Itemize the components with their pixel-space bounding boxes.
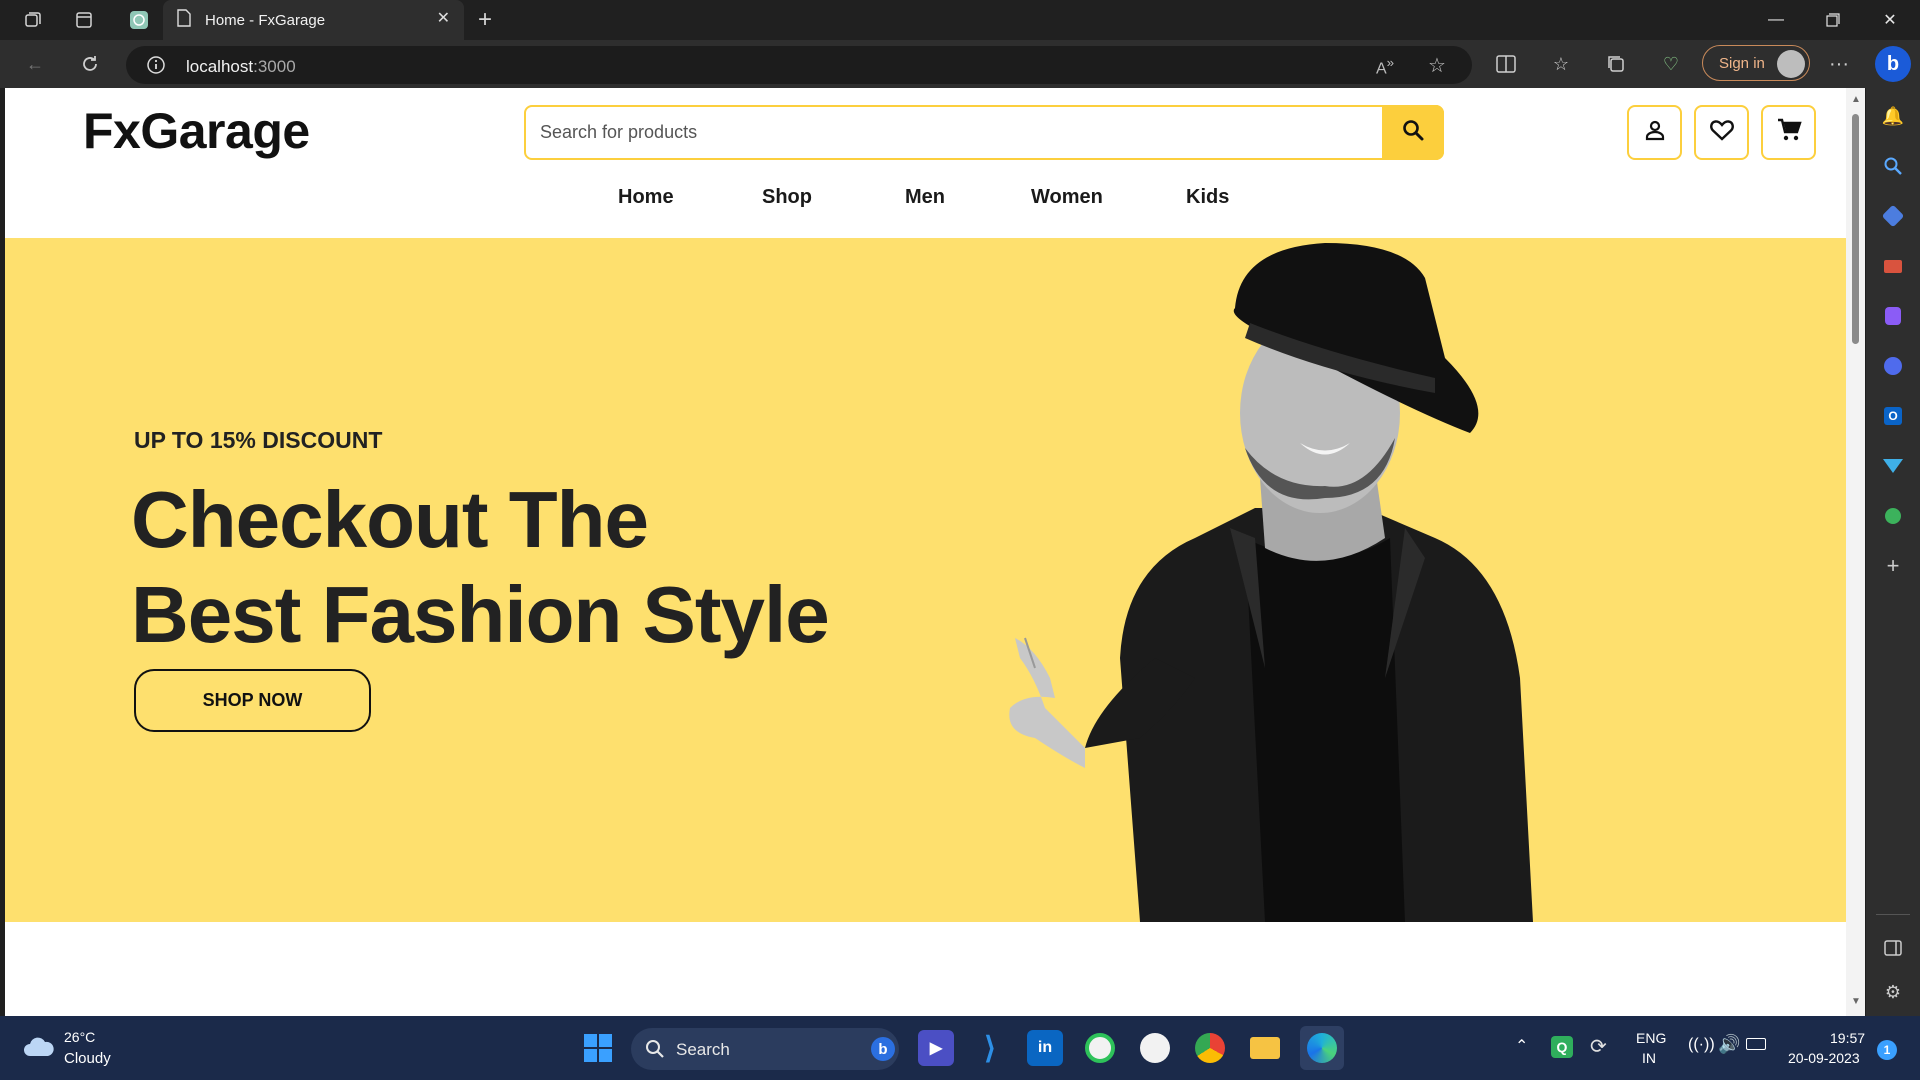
browser-toolbar: ← localhost:3000 A» ☆ ☆ ♡ Sign in ··· b [0,40,1920,88]
volume-icon[interactable]: 🔊 [1718,1034,1740,1055]
tab-actions-icon[interactable] [71,8,97,32]
chrome-icon[interactable] [1192,1030,1228,1066]
search-icon [1401,118,1425,147]
add-sidebar-app-icon[interactable]: + [1879,552,1907,580]
hero-headline-line2: Best Fashion Style [131,570,830,659]
games-icon[interactable] [1879,302,1907,330]
hero-discount-text: UP TO 15% DISCOUNT [134,427,383,453]
favorites-icon[interactable]: ☆ [1548,52,1574,76]
nav-home[interactable]: Home [618,186,674,209]
page-scrollbar[interactable]: ▲ ▼ [1846,88,1865,1016]
search-button[interactable] [1382,105,1444,160]
drop-icon[interactable] [1879,452,1907,480]
split-screen-icon[interactable] [1493,52,1519,76]
back-icon[interactable]: ← [22,52,48,76]
shop-now-button[interactable]: SHOP NOW [134,669,371,732]
nav-shop[interactable]: Shop [762,186,812,209]
more-options-icon[interactable]: ··· [1826,52,1852,76]
github-icon[interactable] [1137,1030,1173,1066]
nav-kids[interactable]: Kids [1186,186,1229,209]
edge-sidebar: 🔔 O + ⚙ [1866,88,1920,1016]
taskbar-search-label: Search [676,1040,730,1059]
notification-badge[interactable]: 1 [1877,1040,1897,1060]
close-window-icon[interactable]: ✕ [1862,0,1918,40]
cloud-icon [22,1036,56,1063]
browser-essentials-icon[interactable]: ♡ [1658,52,1684,76]
battery-icon[interactable] [1746,1038,1766,1050]
scroll-up-icon[interactable]: ▲ [1851,94,1861,105]
taskbar-search[interactable]: Search b [631,1028,899,1070]
cart-button[interactable] [1761,105,1816,160]
browser-title-bar: Home - FxGarage ✕ + — ✕ [0,0,1920,40]
nav-men[interactable]: Men [905,186,945,209]
linkedin-icon[interactable]: in [1027,1030,1063,1066]
clock-date[interactable]: 20-09-2023 [1788,1050,1860,1066]
weather-condition[interactable]: Cloudy [64,1050,111,1067]
address-bar[interactable]: localhost:3000 A» ☆ [126,46,1472,84]
language-indicator[interactable]: ENG [1636,1030,1666,1046]
bing-search-icon: b [871,1037,895,1061]
chatgpt-tab-icon[interactable] [126,8,152,32]
hide-sidebar-icon[interactable] [1879,934,1907,962]
main-navigation: Home Shop Men Women Kids [5,186,1845,226]
nav-women[interactable]: Women [1031,186,1103,209]
cart-icon [1776,117,1802,148]
sidebar-divider [1876,914,1910,915]
sign-in-button[interactable]: Sign in [1702,45,1810,81]
new-tab-icon[interactable]: + [472,6,498,33]
user-icon [1643,118,1667,147]
scroll-down-icon[interactable]: ▼ [1851,996,1861,1007]
favorite-star-icon[interactable]: ☆ [1428,53,1446,78]
notification-bell-icon[interactable]: 🔔 [1879,102,1907,130]
refresh-icon[interactable] [77,52,103,76]
hero-model-image [1009,243,1533,922]
start-windows-icon[interactable] [583,1033,613,1068]
account-button[interactable] [1627,105,1682,160]
sign-in-label: Sign in [1719,54,1765,72]
clock-time[interactable]: 19:57 [1830,1030,1865,1046]
weather-temperature[interactable]: 26°C [64,1029,95,1045]
scrollbar-thumb[interactable] [1852,114,1859,344]
site-logo[interactable]: FxGarage [83,102,310,160]
show-hidden-icons-icon[interactable]: ⌃ [1515,1036,1528,1056]
bing-copilot-icon[interactable]: b [1875,46,1911,82]
site-info-icon[interactable] [146,55,166,80]
active-tab[interactable]: Home - FxGarage ✕ [163,0,464,40]
windows-taskbar: 26°C Cloudy Search b ▶ ⟩ in ⌃ Q ⟳ ENG IN… [0,1016,1920,1080]
minimize-icon[interactable]: — [1748,0,1804,40]
tree-icon[interactable] [1879,502,1907,530]
url-text[interactable]: localhost:3000 [186,57,296,77]
sync-icon[interactable]: ⟳ [1590,1034,1607,1059]
microsoft-365-icon[interactable] [1879,352,1907,380]
profile-avatar-icon [1777,50,1805,78]
product-search [524,105,1444,160]
collections-icon[interactable] [1603,52,1629,76]
taskbar-search-icon [645,1039,665,1064]
hero-banner: UP TO 15% DISCOUNT Checkout The Best Fas… [5,238,1846,922]
file-explorer-icon[interactable] [1247,1030,1283,1066]
sidebar-search-icon[interactable] [1879,152,1907,180]
vscode-icon[interactable]: ⟩ [972,1030,1008,1066]
page-icon [177,9,191,31]
outlook-icon[interactable]: O [1879,402,1907,430]
search-input[interactable] [540,107,1370,158]
read-aloud-icon[interactable]: A» [1376,55,1394,78]
wifi-icon[interactable]: ((·)) [1688,1036,1715,1054]
tools-icon[interactable] [1879,252,1907,280]
teams-meet-icon[interactable]: ▶ [918,1030,954,1066]
shopping-tag-icon[interactable] [1879,202,1907,230]
restore-icon[interactable] [1805,0,1861,40]
close-tab-icon[interactable]: ✕ [437,8,450,28]
page-viewport: FxGarage Home Shop Men Women Kids UP TO … [5,88,1865,1016]
qbittorrent-icon[interactable]: Q [1551,1036,1573,1058]
region-indicator[interactable]: IN [1642,1050,1656,1066]
wishlist-button[interactable] [1694,105,1749,160]
hero-headline-line1: Checkout The [131,475,649,564]
tab-title: Home - FxGarage [205,11,326,29]
heart-icon [1709,118,1735,147]
sidebar-settings-icon[interactable]: ⚙ [1879,978,1907,1006]
workspaces-icon[interactable] [20,8,46,32]
whatsapp-icon[interactable] [1082,1030,1118,1066]
edge-icon[interactable] [1300,1026,1344,1070]
